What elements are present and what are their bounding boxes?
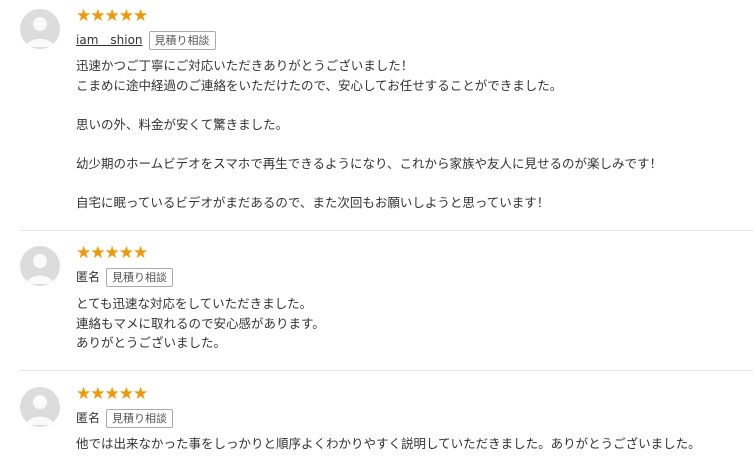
star-rating: ★★★★★ <box>76 384 148 404</box>
reviewer-name: 匿名 <box>76 411 101 425</box>
review-line: 思いの外、料金が安くて驚きました。 <box>76 116 289 132</box>
reviewer-name-link[interactable]: iam＿shion <box>76 30 143 50</box>
review-line: こまめに途中経過のご連絡をいただけたので、安心してお任せすることができました。 <box>76 77 563 93</box>
star-rating: ★★★★★ <box>76 6 148 26</box>
service-tag: 見積り相談 <box>106 267 174 287</box>
review-line: 連絡もマメに取れるので安心感があります。 <box>76 315 325 331</box>
review-divider <box>20 230 753 231</box>
review-divider <box>20 370 753 371</box>
review-line: とても迅速な対応をしていただきました。 <box>76 296 313 311</box>
review-line: 迅速かつご丁寧にご対応いただきありがとうございました！ <box>76 58 414 73</box>
user-avatar-icon <box>20 9 60 49</box>
star-rating: ★★★★★ <box>76 243 148 263</box>
review-meta: iam＿shion 見積り相談 <box>76 30 216 50</box>
review-line-blank <box>76 173 746 193</box>
review-line: 他では出来なかった事をしっかりと順序よくわかりやすく説明していただきました。あり… <box>76 436 701 451</box>
review-line: 幼少期のホームビデオをスマホで再生できるようになり、これから家族や友人に見せるの… <box>76 155 663 171</box>
review-line-blank <box>76 134 746 154</box>
review-line: ありがとうございました。 <box>76 335 227 350</box>
user-avatar-icon <box>20 246 60 286</box>
review-text: 迅速かつご丁寧にご対応いただきありがとうございました！ こまめに途中経過のご連絡… <box>76 56 746 212</box>
service-tag: 見積り相談 <box>148 30 216 50</box>
review-text: 他では出来なかった事をしっかりと順序よくわかりやすく説明していただきました。あり… <box>76 434 746 454</box>
review-line-blank <box>76 95 746 115</box>
review-meta: 匿名 見積り相談 <box>76 267 174 287</box>
review-text: とても迅速な対応をしていただきました。 連絡もマメに取れるので安心感があります。… <box>76 294 746 353</box>
user-avatar-icon <box>20 387 60 427</box>
review-line: 自宅に眠っているビデオがまだあるので、また次回もお願いしようと思っています！ <box>76 194 550 210</box>
reviewer-name: 匿名 <box>76 270 101 284</box>
service-tag: 見積り相談 <box>106 408 174 428</box>
review-meta: 匿名 見積り相談 <box>76 408 174 428</box>
